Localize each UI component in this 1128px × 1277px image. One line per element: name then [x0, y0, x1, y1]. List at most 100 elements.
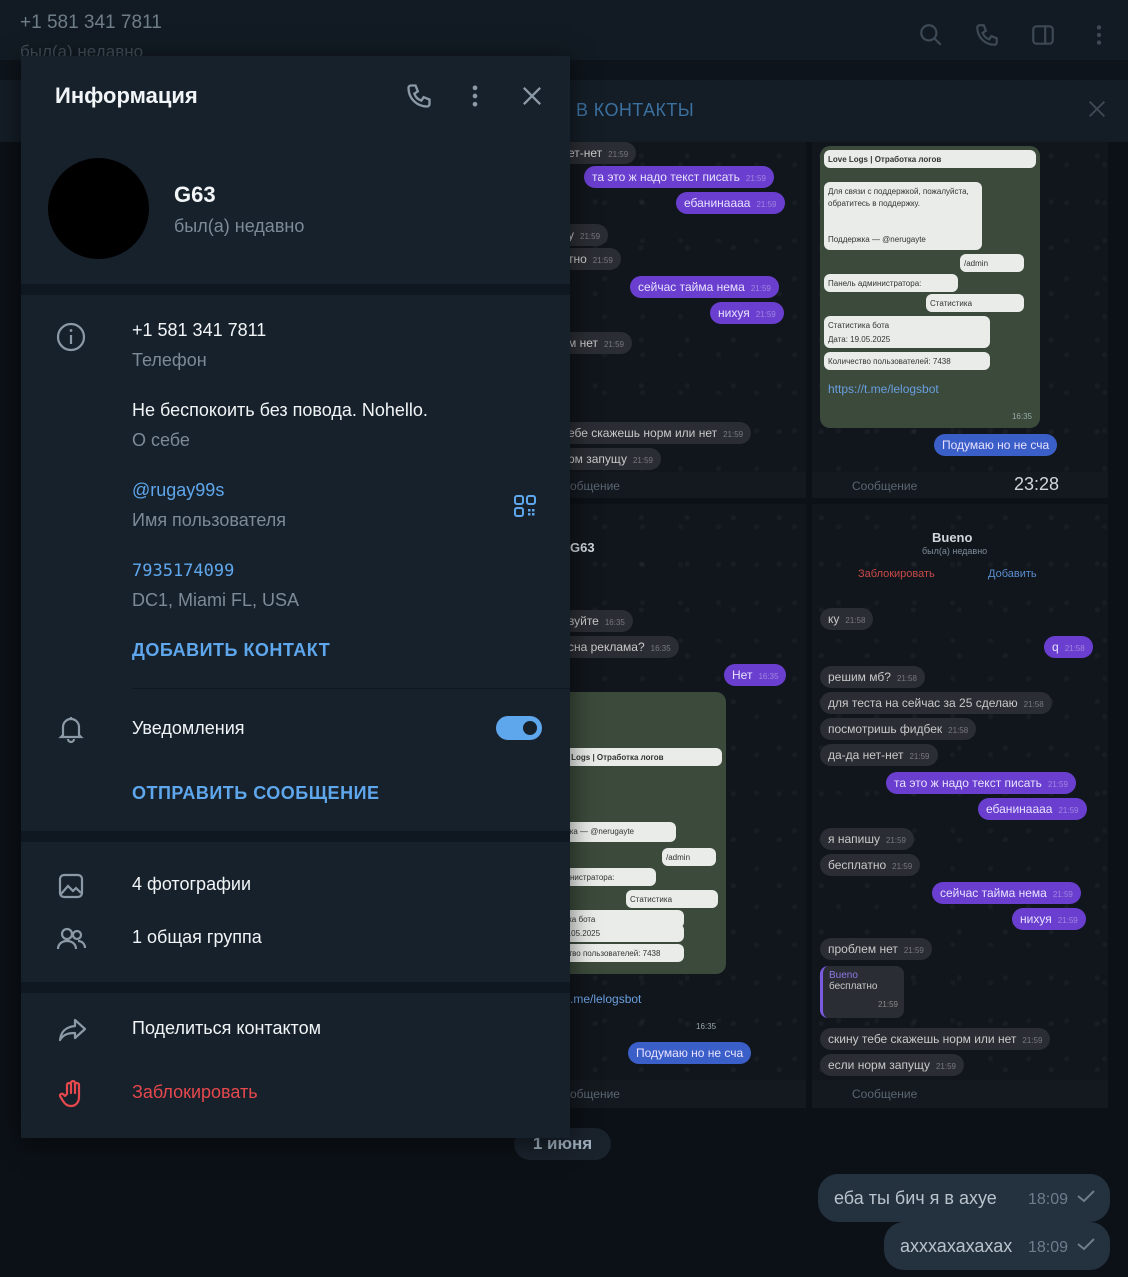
- message-bubble: ет-нет 21:59: [560, 142, 637, 164]
- card-support: Поддержка — @nerugayte: [824, 230, 982, 250]
- username-value[interactable]: @rugay99s: [132, 480, 224, 501]
- message-bubble: Нет 16:35: [724, 664, 787, 686]
- card-title: ve Logs | Отработка логов: [556, 748, 722, 766]
- close-icon[interactable]: [1086, 98, 1108, 120]
- message-bubble: сейчас тайма нема 21:59: [932, 882, 1081, 904]
- chat-header: +1 581 341 7811 был(а) недавно: [0, 0, 1128, 60]
- message-bubble: ебе скажешь норм или нет 21:59: [560, 422, 752, 444]
- send-message-button[interactable]: ОТПРАВИТЬ СООБЩЕНИЕ: [132, 783, 380, 804]
- message-input: Сообщение: [812, 1080, 1108, 1108]
- users-icon: [56, 927, 87, 950]
- card-admin: /admin: [662, 848, 716, 866]
- record-timer: 23:28: [1014, 474, 1060, 494]
- card-date: Дата: 19.05.2025: [824, 330, 990, 348]
- panel-title: Информация: [55, 83, 198, 108]
- close-icon[interactable]: [518, 82, 546, 110]
- profile-name: G63: [174, 182, 216, 207]
- message-bubble: если норм запущу 21:59: [820, 1054, 964, 1076]
- quote-author: Bueno: [829, 970, 858, 981]
- block-user-button[interactable]: Заблокировать: [132, 1082, 258, 1103]
- screenshot-chat-status: был(а) недавно: [922, 546, 988, 556]
- section-divider: [21, 982, 570, 993]
- info-icon: [56, 322, 86, 352]
- message-bubble: q 21:58: [1044, 636, 1093, 658]
- message-bubble: ебанинаааа 21:59: [676, 192, 785, 214]
- share-contact-button[interactable]: Поделиться контактом: [132, 1018, 321, 1039]
- card-link-time: 16:35: [1011, 412, 1032, 421]
- message-bubble: вуйте 16:35: [560, 610, 633, 632]
- message-bubble: посмотришь фидбек 21:58: [820, 718, 977, 740]
- bio-value[interactable]: Не беспокоить без повода. Nohello.: [132, 400, 428, 421]
- message-text: еба ты бич я в ахуе: [834, 1188, 997, 1208]
- more-vertical-icon[interactable]: [461, 82, 489, 110]
- more-vertical-icon[interactable]: [1086, 22, 1112, 48]
- card-date: 19.05.2025: [556, 924, 684, 942]
- message-bubble: для теста на сейчас за 25 сделаю 21:58: [820, 692, 1052, 714]
- message-bubble: сейчас тайма нема 21:59: [630, 276, 779, 298]
- message-bubble: бесплатно 21:59: [820, 854, 921, 876]
- bell-icon: [58, 717, 84, 744]
- dc-location: DC1, Miami FL, USA: [132, 590, 300, 610]
- photo-screenshot-2[interactable]: Love Logs | Отработка логов Для связи с …: [812, 142, 1108, 498]
- message-bubble: да-да нет-нет 21:59: [820, 744, 938, 766]
- photo-screenshot-3[interactable]: G63 вуйте 16:35 сна реклама? 16:35 Нет 16:3…: [540, 504, 806, 1108]
- phone-value[interactable]: +1 581 341 7811: [132, 320, 266, 341]
- card-users: Количество пользователей: 7438: [824, 352, 990, 370]
- message-bubble: решим мб? 21:58: [820, 666, 925, 688]
- add-to-contacts-link[interactable]: В КОНТАКТЫ: [576, 100, 694, 121]
- bot-screenshot-card: ve Logs | Отработка логов ожка — @neruga…: [556, 692, 726, 974]
- message-bubble: та это ж надо текст писать 21:59: [886, 772, 1076, 794]
- message-time: 18:09: [1027, 1191, 1068, 1208]
- photos-link[interactable]: 4 фотографии: [132, 874, 251, 895]
- message-bubble: Подумаю но не сча: [934, 434, 1058, 456]
- phone-icon[interactable]: [405, 82, 433, 110]
- add-contact-button[interactable]: ДОБАВИТЬ КОНТАКТ: [132, 640, 330, 661]
- message-bubble: м нет 21:59: [560, 332, 633, 354]
- outgoing-message: ахххахахахах 18:09: [884, 1222, 1110, 1270]
- phone-label: Телефон: [132, 350, 207, 370]
- message-bubble: я напишу 21:59: [820, 828, 914, 850]
- message-input: общение: [540, 1080, 806, 1108]
- notifications-label: Уведомления: [132, 718, 245, 738]
- section-divider: [21, 284, 570, 295]
- card-link: https://t.me/lelogsbot: [828, 382, 939, 396]
- screenshot-add: Добавить: [988, 568, 1037, 580]
- notifications-toggle[interactable]: [496, 716, 542, 740]
- screenshot-block: Заблокировать: [858, 568, 935, 580]
- card-link-time: 16:35: [696, 1022, 717, 1031]
- bio-label: О себе: [132, 430, 190, 450]
- photo-screenshot-1[interactable]: ет-нет 21:59 та это ж надо текст писать 21…: [540, 142, 806, 498]
- avatar[interactable]: [48, 158, 149, 259]
- message-bubble: ку 21:58: [820, 608, 874, 630]
- photo-screenshot-4[interactable]: Bueno был(а) недавно Заблокировать Добав…: [812, 504, 1108, 1108]
- card-stats: Статистика: [626, 890, 718, 908]
- chat-title[interactable]: +1 581 341 7811: [20, 12, 162, 34]
- phone-icon[interactable]: [974, 22, 1000, 48]
- row-divider: [132, 688, 570, 689]
- card-stats: Статистика: [926, 294, 1024, 312]
- message-bubble: нихуя 21:59: [710, 302, 784, 324]
- search-icon[interactable]: [918, 22, 944, 48]
- message-bubble: Подумаю но не сча: [628, 1042, 752, 1064]
- message-bubble: та это ж надо текст писать 21:59: [584, 166, 774, 188]
- user-id-value[interactable]: 7935174099: [132, 561, 234, 581]
- user-info-panel: Информация G63 был(а) недавно +1 581 341…: [21, 56, 570, 1138]
- quote-text: бесплатно: [829, 981, 878, 992]
- panel-header: Информация: [21, 56, 570, 136]
- message-bubble: сна реклама? 16:35: [560, 636, 679, 658]
- sidebar-toggle-icon[interactable]: [1030, 22, 1056, 48]
- image-icon: [58, 873, 84, 899]
- message-time: 18:09: [1027, 1239, 1068, 1256]
- screenshot-chat-title: G63: [570, 540, 595, 555]
- message-bubble: ебанинаааа 21:59: [978, 798, 1087, 820]
- card-title: Love Logs | Отработка логов: [824, 150, 1036, 168]
- message-bubble: рм запущу 21:59: [560, 448, 661, 470]
- card-link: .me/lelogsbot: [570, 992, 642, 1006]
- qr-code-icon[interactable]: [513, 494, 537, 518]
- message-text: ахххахахахах: [900, 1236, 1013, 1256]
- common-groups-link[interactable]: 1 общая группа: [132, 927, 262, 948]
- card-panel: министратора:: [556, 868, 656, 886]
- message-bubble: скину тебе скажешь норм или нет 21:59: [820, 1028, 1051, 1050]
- profile-summary: G63 был(а) недавно: [21, 136, 570, 284]
- card-users: ество пользователей: 7438: [556, 944, 684, 962]
